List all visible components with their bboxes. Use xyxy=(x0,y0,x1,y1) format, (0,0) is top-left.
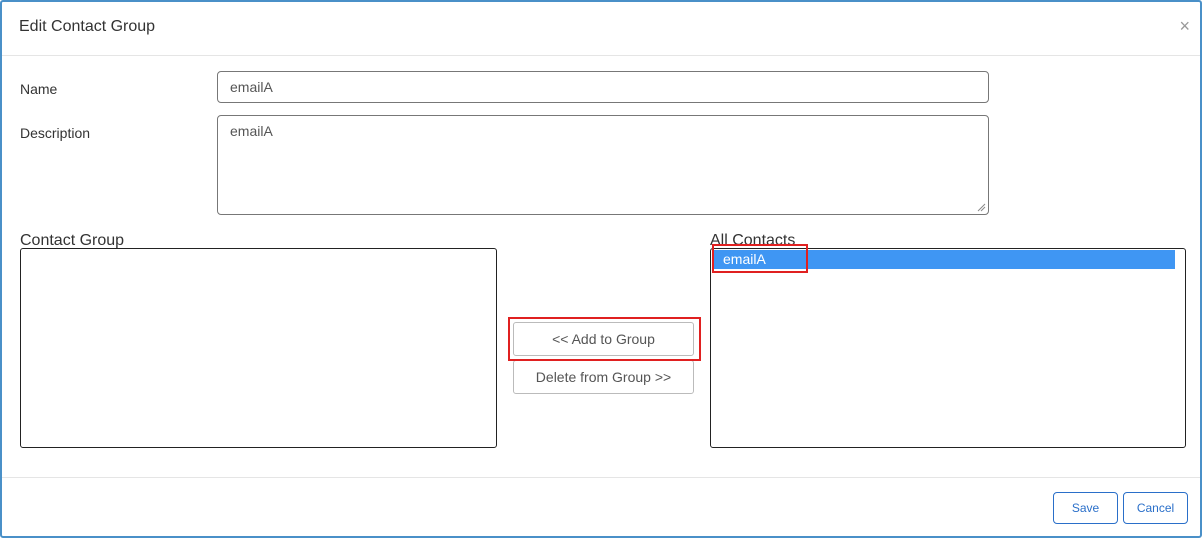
dialog-title: Edit Contact Group xyxy=(19,18,156,35)
contact-option-emailA[interactable]: emailA xyxy=(713,250,1175,269)
description-textarea[interactable]: emailA xyxy=(217,115,989,215)
edit-contact-group-dialog: Edit Contact Group × Name emailA Descrip… xyxy=(0,0,1202,538)
save-button[interactable]: Save xyxy=(1053,492,1118,524)
delete-from-group-button[interactable]: Delete from Group >> xyxy=(513,360,694,394)
resize-handle-icon[interactable] xyxy=(977,203,986,212)
add-to-group-button[interactable]: << Add to Group xyxy=(513,322,694,356)
name-input[interactable]: emailA xyxy=(217,71,989,103)
cancel-button[interactable]: Cancel xyxy=(1123,492,1188,524)
description-text: emailA xyxy=(230,123,273,139)
footer-divider xyxy=(2,477,1200,478)
all-contacts-listbox[interactable]: emailA xyxy=(710,248,1186,448)
name-label: Name xyxy=(20,81,58,97)
contact-group-listbox[interactable] xyxy=(20,248,497,448)
dialog-header: Edit Contact Group × xyxy=(2,2,1200,56)
description-label: Description xyxy=(20,125,91,141)
close-icon[interactable]: × xyxy=(1179,17,1190,35)
